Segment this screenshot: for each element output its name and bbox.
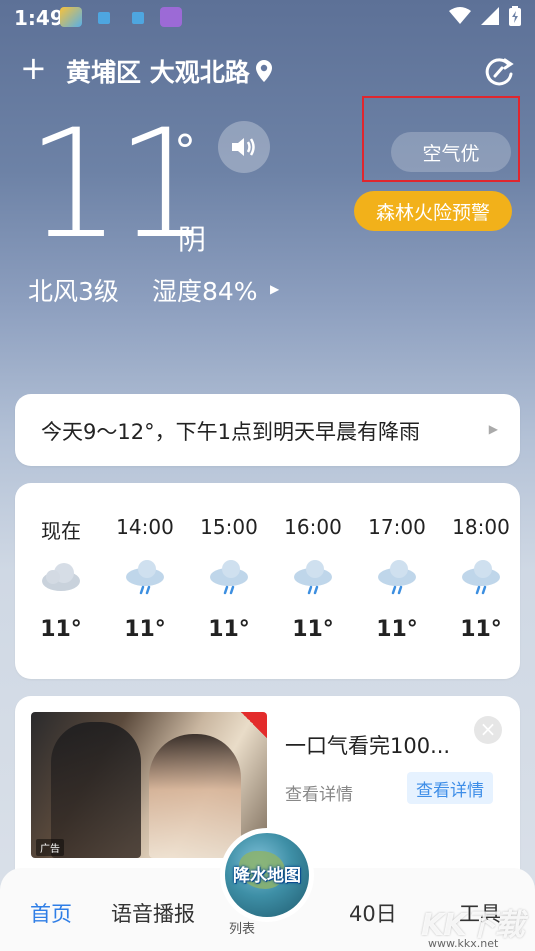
ad-image[interactable]: 广告: [31, 712, 267, 858]
weather-app-notification-icon: [60, 7, 82, 27]
hour-time: 17:00: [368, 515, 426, 539]
ad-figure-left: [51, 722, 141, 858]
hour-temperature: 11°: [208, 617, 250, 642]
hour-time: 15:00: [200, 515, 258, 539]
wifi-icon: [449, 7, 471, 24]
nav-40-day[interactable]: 40日: [349, 898, 397, 928]
hour-time: 18:00: [452, 515, 510, 539]
hour-time: 14:00: [116, 515, 174, 539]
speaker-icon: [232, 138, 255, 156]
hour-time: 16:00: [284, 515, 342, 539]
status-time: 1:49: [14, 6, 64, 30]
ad-figure-right: [149, 734, 241, 858]
rain-icon: [462, 560, 500, 595]
watermark-url: www.kkx.net: [428, 937, 499, 950]
hot-badge: [241, 712, 267, 738]
chevron-right-icon[interactable]: ▶: [270, 282, 279, 296]
hourly-item[interactable]: 现在 11°: [19, 515, 103, 642]
hour-temperature: 11°: [40, 617, 82, 642]
precipitation-map-sublabel: 列表: [229, 922, 256, 937]
ad-tag: 广告: [36, 839, 64, 856]
hourly-item[interactable]: 18:00 11°: [439, 515, 523, 642]
voice-broadcast-button[interactable]: [218, 121, 270, 173]
hourly-item[interactable]: 14:00 11°: [103, 515, 187, 642]
nav-voice-broadcast[interactable]: 语音播报: [111, 898, 195, 928]
hourly-item[interactable]: 15:00 11°: [187, 515, 271, 642]
fire-warning-badge[interactable]: 森林火险预警: [354, 191, 512, 231]
ad-title[interactable]: 一口气看完100...: [285, 730, 450, 760]
status-indicators: [449, 6, 521, 26]
wind-info[interactable]: 北风3级: [28, 272, 119, 308]
hour-temperature: 11°: [124, 617, 166, 642]
rain-icon: [126, 560, 164, 595]
location-title[interactable]: 黄埔区 大观北路: [66, 53, 272, 89]
hourly-forecast-card[interactable]: 现在 11° 14:00 11° 15:00 11° 16:00 11° 17:…: [15, 483, 520, 679]
ad-detail-button[interactable]: 查看详情: [407, 772, 493, 804]
rain-icon: [378, 560, 416, 595]
nav-home[interactable]: 首页: [30, 898, 72, 928]
degree-symbol: °: [174, 126, 196, 177]
notification-small-icon-2: [132, 12, 144, 24]
forecast-summary-text: 今天9～12°，下午1点到明天早晨有降雨: [41, 420, 420, 444]
signal-icon: [481, 7, 499, 25]
forecast-summary-card[interactable]: 今天9～12°，下午1点到明天早晨有降雨 ▶: [15, 394, 520, 466]
rain-icon: [294, 560, 332, 595]
refresh-icon[interactable]: [483, 56, 515, 88]
hourly-item[interactable]: 17:00 11°: [355, 515, 439, 642]
chevron-right-icon: ▶: [488, 422, 498, 436]
weather-condition: 阴: [178, 223, 207, 256]
battery-icon: [509, 6, 521, 26]
location-pin-icon: [255, 60, 272, 82]
cloudy-icon: [42, 563, 80, 591]
precipitation-map-label: 降水地图: [233, 866, 301, 886]
humidity-info[interactable]: 湿度84%: [152, 272, 258, 308]
hour-temperature: 11°: [376, 617, 418, 642]
ad-detail-text[interactable]: 查看详情: [285, 780, 353, 805]
air-quality-badge[interactable]: 空气优: [391, 132, 511, 172]
hour-temperature: 11°: [292, 617, 334, 642]
add-city-button[interactable]: +: [20, 52, 47, 84]
close-icon[interactable]: ×: [474, 716, 502, 744]
precipitation-map-button[interactable]: 降水地图: [220, 828, 314, 922]
hourly-item[interactable]: 16:00 11°: [271, 515, 355, 642]
hour-time: 现在: [41, 519, 81, 543]
notification-small-icon: [98, 12, 110, 24]
rain-icon: [210, 560, 248, 595]
app-grid-notification-icon: [160, 7, 182, 27]
hour-temperature: 11°: [460, 617, 502, 642]
globe-icon: 降水地图: [225, 833, 309, 917]
location-label: 黄埔区 大观北路: [66, 58, 250, 87]
